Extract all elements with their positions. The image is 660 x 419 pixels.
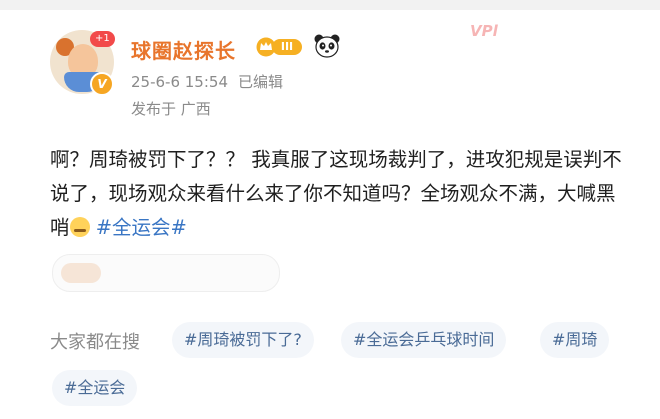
panda-icon xyxy=(314,34,340,58)
level-text: III xyxy=(272,39,302,55)
trending-search-label: 大家都在搜 xyxy=(50,332,140,353)
sad-face-emoji-icon xyxy=(69,217,90,237)
blurred-media-preview[interactable] xyxy=(52,254,280,292)
post-body: 啊？周琦被罚下了？？ 我真服了这现场裁判了，进攻犯规是误判不说了，现场观众来看什… xyxy=(50,143,630,245)
trending-tag[interactable]: #全运会 xyxy=(52,370,138,406)
post-hashtag[interactable]: #全运会# xyxy=(96,216,187,239)
verified-badge-icon: V xyxy=(90,72,114,96)
post-location: 发布于 广西 xyxy=(131,100,211,118)
user-level-badge[interactable]: III xyxy=(256,36,304,58)
trending-tag[interactable]: #全运会乒乓球时间 xyxy=(341,322,507,358)
post-timestamp: 25-6-6 15:54 xyxy=(131,73,228,91)
trending-tag[interactable]: #周琦 xyxy=(540,322,610,358)
vip-watermark: VPl xyxy=(470,22,498,40)
follow-plus-badge[interactable]: +1 xyxy=(90,31,115,47)
trending-tag[interactable]: #周琦被罚下了? xyxy=(172,322,314,358)
user-name[interactable]: 球圈赵探长 xyxy=(131,35,236,64)
post-meta: 25-6-6 15:54 已编辑 xyxy=(131,71,283,92)
top-divider xyxy=(0,0,660,10)
edited-label[interactable]: 已编辑 xyxy=(238,73,283,91)
